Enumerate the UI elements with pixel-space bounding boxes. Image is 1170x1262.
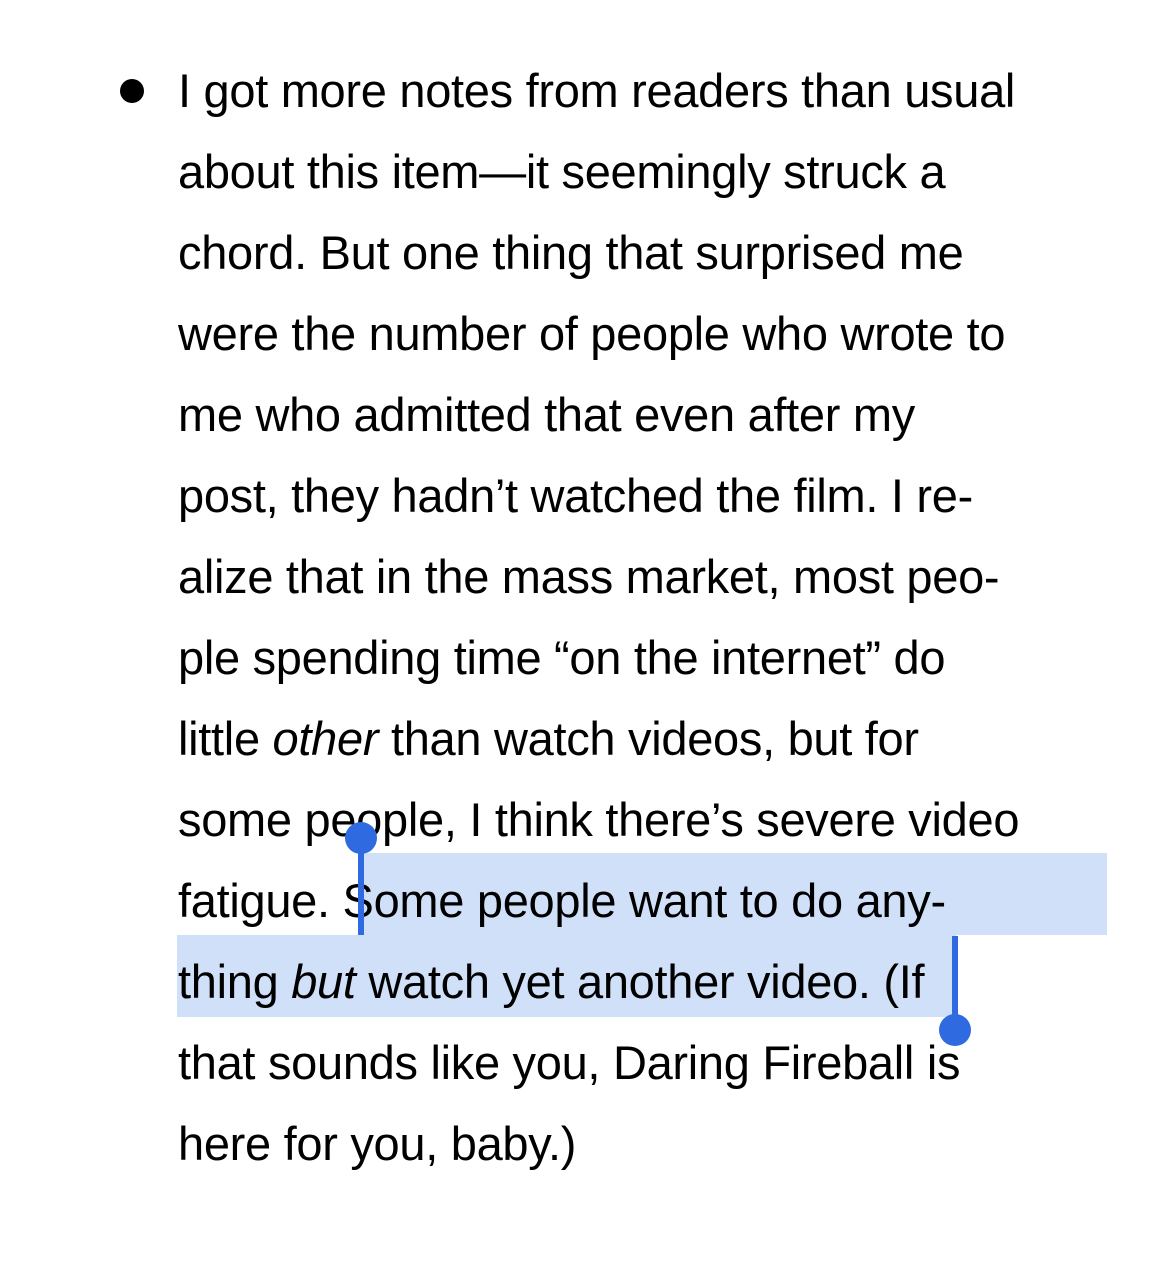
paragraph-line: me who admitted that even after my (178, 388, 915, 441)
paragraph-line: about this item—it seemingly struck a (178, 145, 946, 198)
paragraph-line: little other than watch videos, but for (178, 698, 919, 779)
selection-end-handle[interactable] (939, 1014, 971, 1046)
paragraph-line: alize that in the mass market, most peo- (178, 550, 1000, 603)
text-run: fatigue. (178, 874, 343, 927)
paragraph-line: that sounds like you, Daring Fireball is (178, 1036, 961, 1089)
paragraph-line: chord. But one thing that surprised me (178, 226, 964, 279)
selection-start-caret[interactable] (358, 840, 364, 935)
bullet-marker (120, 79, 144, 103)
paragraph-line: were the number of people who wrote to (178, 307, 1006, 360)
selected-text[interactable]: thing (178, 955, 291, 1008)
paragraph-line: ple spending time “on the internet” do (178, 631, 946, 684)
selected-text[interactable]: watch yet another video. (356, 955, 871, 1008)
selected-text[interactable]: Some people want to do any- (343, 874, 947, 927)
paragraph-line: fatigue. Some people want to do any- (178, 860, 946, 941)
emphasis-text: other (272, 712, 379, 765)
selected-emphasis-text[interactable]: but (291, 955, 356, 1008)
paragraph-line: thing but watch yet another video. (If (178, 941, 925, 1022)
paragraph-line: I got more notes from readers than usual (178, 64, 1016, 117)
paragraph-line: some people, I think there’s severe vide… (178, 793, 1020, 846)
text-run: (If (870, 955, 925, 1008)
text-run: than watch videos, but for (378, 712, 919, 765)
paragraph-line: here for you, baby.) (178, 1117, 577, 1170)
text-run: little (178, 712, 273, 765)
paragraph-line: post, they hadn’t watched the film. I re… (178, 469, 973, 522)
